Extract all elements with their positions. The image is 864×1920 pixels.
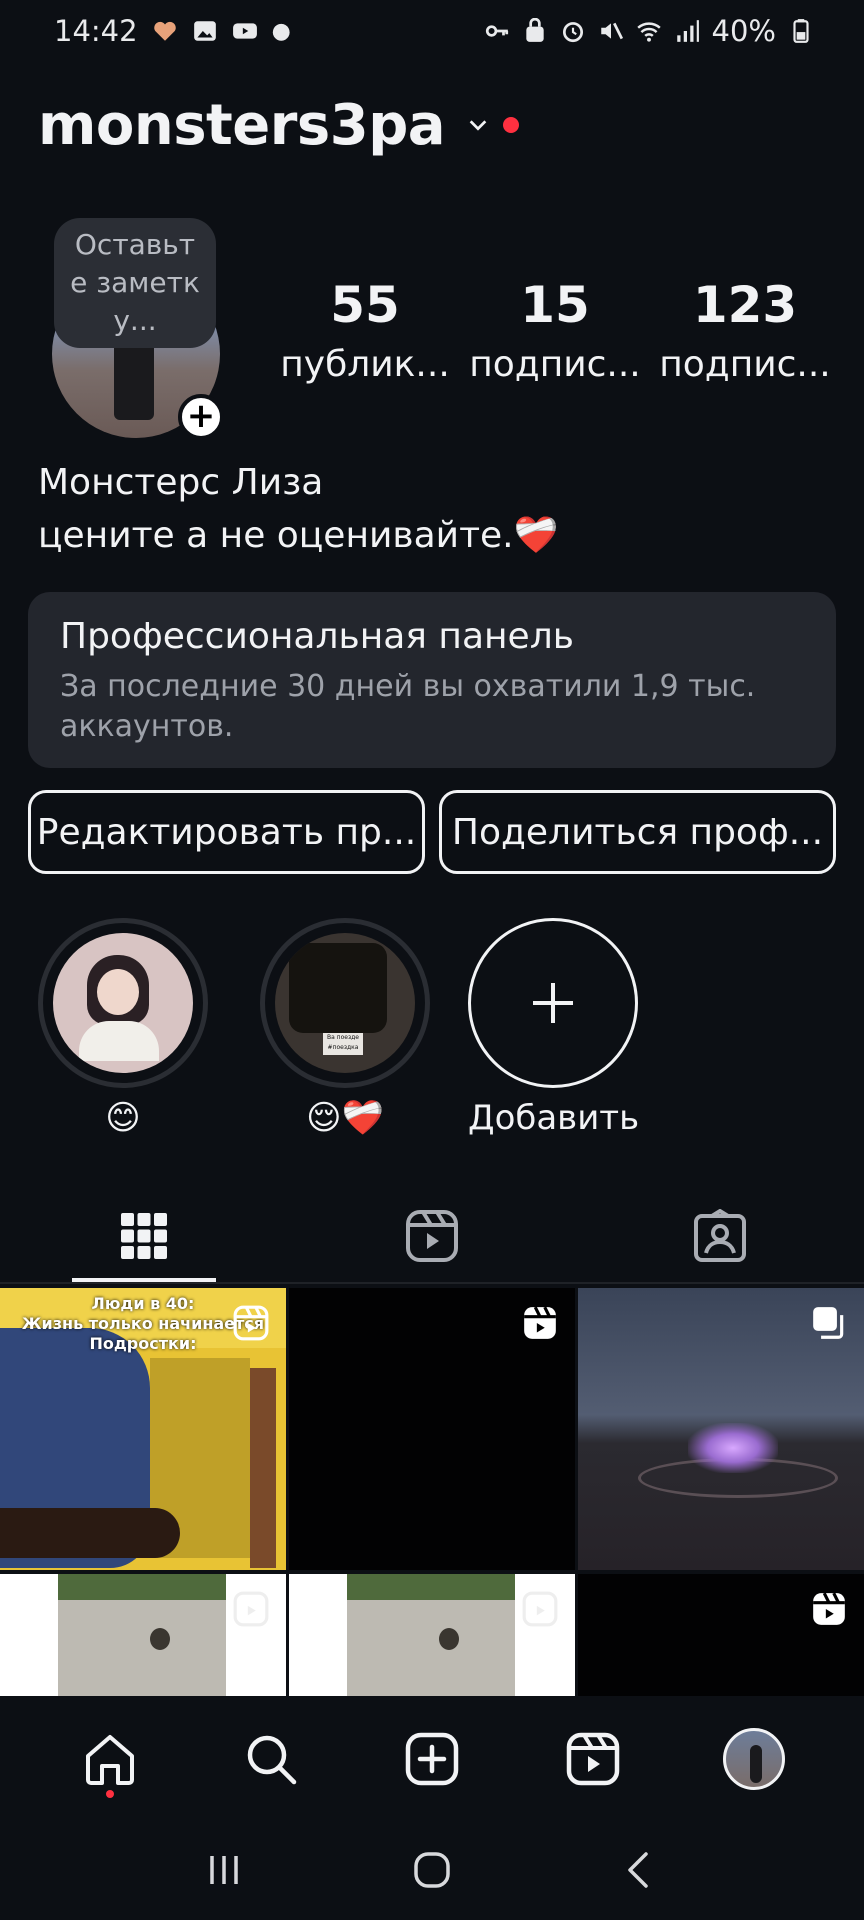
tabs-divider bbox=[0, 1282, 864, 1284]
reel-badge-icon bbox=[813, 1592, 845, 1625]
stat-value: 123 bbox=[692, 276, 798, 334]
notification-dot bbox=[503, 117, 520, 133]
post-thumbnail[interactable] bbox=[289, 1288, 575, 1570]
note-line-3: у... bbox=[113, 304, 157, 337]
battery-icon bbox=[793, 19, 809, 43]
profile-tabs bbox=[0, 1190, 864, 1282]
home-button-icon[interactable] bbox=[412, 1850, 452, 1890]
highlight-caption: Добавить bbox=[468, 1098, 640, 1138]
profile-actions: Редактировать пр... Поделиться проф... bbox=[28, 790, 836, 874]
back-icon[interactable] bbox=[620, 1850, 660, 1890]
tab-posts[interactable] bbox=[0, 1190, 288, 1282]
post-thumbnail[interactable] bbox=[578, 1574, 864, 1696]
profile-stats: 55 публик... 15 подпис... 123 подпис... bbox=[270, 276, 840, 385]
new-highlight[interactable]: Добавить bbox=[468, 918, 640, 1138]
pro-panel-subtitle: За последние 30 дней вы охватили 1,9 тыс… bbox=[60, 669, 756, 744]
nav-search[interactable] bbox=[226, 1714, 316, 1804]
stat-following[interactable]: 123 подпис... bbox=[650, 276, 840, 385]
alarm-icon bbox=[562, 22, 583, 43]
reels-icon bbox=[406, 1210, 458, 1262]
profile-header: monsters3pa bbox=[38, 88, 520, 162]
reel-badge-icon bbox=[233, 1305, 269, 1341]
highlight-item[interactable]: 😊 bbox=[38, 918, 208, 1138]
highlight-caption: 😌❤️‍🩹 bbox=[306, 1098, 384, 1138]
status-time: 14:42 bbox=[54, 14, 138, 48]
tab-tagged[interactable] bbox=[576, 1190, 864, 1282]
bio-text: цените а не оценивайте.❤️‍🩹 bbox=[38, 515, 559, 556]
stat-label: подпис... bbox=[659, 344, 831, 385]
grid-icon bbox=[121, 1213, 167, 1259]
highlight-thumbnail bbox=[53, 933, 193, 1073]
stat-value: 55 bbox=[330, 276, 400, 334]
post-thumbnail[interactable] bbox=[578, 1288, 864, 1570]
home-icon bbox=[86, 1735, 135, 1785]
professional-dashboard[interactable]: Профессиональная панель За последние 30 … bbox=[28, 592, 836, 768]
edit-profile-button[interactable]: Редактировать пр... bbox=[28, 790, 425, 874]
status-bar: 14:42 ● 40% bbox=[0, 0, 864, 62]
note-bubble[interactable]: Оставьт е заметк у... bbox=[54, 218, 216, 348]
note-line-2: е заметк bbox=[70, 266, 200, 299]
wifi-icon bbox=[636, 22, 661, 42]
posts-grid: Люди в 40: Жизнь только начинается Подро… bbox=[0, 1288, 864, 1696]
reel-badge-icon bbox=[524, 1306, 556, 1339]
username-title[interactable]: monsters3pa bbox=[38, 93, 446, 158]
nav-profile[interactable] bbox=[709, 1714, 799, 1804]
highlight-item[interactable]: Ва поезде #поездка 😌❤️‍🩹 bbox=[260, 918, 430, 1138]
youtube-icon bbox=[232, 23, 257, 39]
more-dot-icon: ● bbox=[271, 18, 291, 44]
notification-dot bbox=[106, 1790, 115, 1798]
recent-apps-icon[interactable] bbox=[204, 1850, 244, 1890]
profile-avatar-icon bbox=[722, 1728, 785, 1790]
highlight-ring: Ва поезде #поездка bbox=[260, 918, 430, 1088]
pro-panel-title: Профессиональная панель bbox=[60, 616, 574, 657]
lock-icon bbox=[525, 18, 544, 42]
stat-label: публик... bbox=[280, 344, 450, 385]
highlight-caption: 😊 bbox=[105, 1098, 141, 1138]
reels-icon bbox=[566, 1732, 620, 1786]
post-thumbnail[interactable]: Люди в 40: Жизнь только начинается Подро… bbox=[0, 1288, 286, 1570]
bottom-navigation bbox=[0, 1704, 864, 1814]
tagged-icon bbox=[694, 1209, 746, 1262]
reel-badge-icon bbox=[233, 1591, 269, 1627]
tab-reels[interactable] bbox=[288, 1190, 576, 1282]
highlight-ring bbox=[38, 918, 208, 1088]
full-name: Монстерс Лиза bbox=[38, 462, 324, 503]
note-line-1: Оставьт bbox=[74, 228, 196, 261]
gallery-icon bbox=[193, 21, 216, 41]
stat-posts[interactable]: 55 публик... bbox=[270, 276, 460, 385]
nav-home[interactable] bbox=[65, 1714, 155, 1804]
plus-icon bbox=[533, 983, 573, 1023]
chevron-down-icon[interactable] bbox=[467, 114, 489, 136]
system-navigation bbox=[0, 1820, 864, 1920]
create-icon bbox=[405, 1732, 459, 1786]
key-icon bbox=[485, 25, 508, 37]
signal-icon bbox=[676, 20, 699, 42]
heart-app-icon bbox=[153, 21, 176, 41]
search-icon bbox=[247, 1735, 297, 1785]
highlight-thumbnail: Ва поезде #поездка bbox=[275, 933, 415, 1073]
highlight-sticker: Ва поезде #поездка bbox=[323, 1033, 363, 1055]
battery-level: 40% bbox=[711, 14, 776, 48]
post-thumbnail[interactable] bbox=[0, 1574, 286, 1696]
share-profile-button[interactable]: Поделиться проф... bbox=[439, 790, 836, 874]
stat-value: 15 bbox=[520, 276, 590, 334]
new-highlight-ring bbox=[468, 918, 638, 1088]
mute-icon bbox=[600, 22, 623, 40]
carousel-badge-icon bbox=[813, 1307, 844, 1339]
stat-followers[interactable]: 15 подпис... bbox=[460, 276, 650, 385]
stat-label: подпис... bbox=[469, 344, 641, 385]
nav-create[interactable] bbox=[387, 1714, 477, 1804]
add-story-plus-icon[interactable]: + bbox=[178, 394, 224, 440]
reel-badge-icon bbox=[522, 1591, 558, 1627]
post-thumbnail[interactable] bbox=[289, 1574, 575, 1696]
nav-reels[interactable] bbox=[548, 1714, 638, 1804]
